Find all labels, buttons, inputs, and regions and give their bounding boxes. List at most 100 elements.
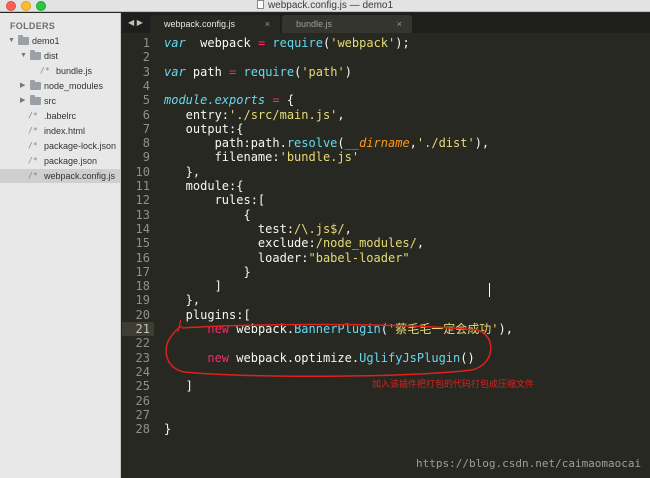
sidebar-item[interactable]: /* package.json <box>0 154 120 168</box>
code-token: }, <box>164 293 201 308</box>
code-token: /\.js$/ <box>294 221 345 236</box>
code-line[interactable]: filename:'bundle.js' <box>164 150 360 165</box>
file-icon: /* <box>28 156 38 165</box>
sidebar-item-label: index.html <box>44 126 86 136</box>
line-number: 13 <box>135 207 150 222</box>
code-line[interactable]: }, <box>164 165 200 179</box>
code-line[interactable]: module.exports = { <box>164 93 294 107</box>
code-token: var <box>164 64 186 79</box>
tab-bundle-js[interactable]: bundle.js × <box>282 15 412 33</box>
red-ellipse-annotation <box>165 320 492 378</box>
folder-icon <box>30 50 41 60</box>
file-icon: /* <box>28 171 38 180</box>
code-line[interactable]: test:/\.js$/, <box>164 222 352 236</box>
code-line[interactable]: } <box>164 422 171 436</box>
code-token: output:{ <box>164 121 244 136</box>
code-token: .exports <box>207 93 266 108</box>
sidebar-item[interactable]: ▶ src <box>0 94 120 108</box>
line-number: 4 <box>142 78 150 93</box>
folder-icon <box>30 80 41 90</box>
folder-icon <box>18 35 29 45</box>
line-number-gutter: 1 2 3 4 5 6 7 8 9 10 11 12 13 14 15 16 17 18 19 20 21 22 23 24 2… <box>122 33 154 478</box>
code-token: 'bundle.js' <box>279 150 360 165</box>
sidebar-item-label: node_modules <box>44 81 104 91</box>
code-line[interactable]: entry:'./src/main.js', <box>164 108 345 122</box>
file-icon: /* <box>40 66 50 75</box>
file-icon: /* <box>28 111 38 120</box>
code-token: exclude: <box>164 236 316 251</box>
line-number: 20 <box>135 307 150 322</box>
line-number: 26 <box>135 393 150 408</box>
code-token: path <box>185 64 230 79</box>
code-token: 'path' <box>301 64 345 79</box>
code-line[interactable]: ] <box>164 379 193 393</box>
line-number: 28 <box>135 422 150 437</box>
line-number: 6 <box>142 107 150 122</box>
line-number: 18 <box>135 279 150 294</box>
code-line[interactable]: var path = require('path') <box>164 65 352 79</box>
code-token: , <box>409 136 417 151</box>
code-token: require <box>272 36 323 50</box>
tab-label: bundle.js <box>296 19 333 29</box>
sidebar-item[interactable]: /* index.html <box>0 124 120 138</box>
code-token: entry: <box>164 107 230 122</box>
code-token: ( <box>337 136 345 151</box>
code-line[interactable]: ] <box>164 279 222 293</box>
line-number: 19 <box>135 293 150 308</box>
code-token: 'webpack' <box>330 36 396 50</box>
line-number: 3 <box>142 64 150 79</box>
close-tab-icon[interactable]: × <box>397 15 402 33</box>
line-number: 14 <box>135 221 150 236</box>
watermark: https://blog.csdn.net/caimaomaocai <box>416 457 642 470</box>
sidebar-item[interactable]: ▼ demo1 <box>0 34 120 48</box>
sidebar-item[interactable]: /* package-lock.json <box>0 139 120 153</box>
code-token: ] <box>164 379 193 394</box>
code-line[interactable]: var webpack = require('webpack'); <box>164 36 410 50</box>
line-number: 10 <box>135 164 150 179</box>
code-token: './src/main.js' <box>229 107 338 122</box>
line-number: 5 <box>142 93 150 108</box>
text-caret <box>489 283 490 297</box>
code-line[interactable]: exclude:/node_modules/, <box>164 236 424 250</box>
code-editor[interactable]: var webpack = require('webpack'); var pat… <box>154 33 650 478</box>
code-token: path:path. <box>164 136 287 151</box>
chevron-down-icon[interactable]: ▼ <box>20 49 27 63</box>
code-token: module <box>164 93 208 108</box>
code-token: ) <box>344 64 352 79</box>
sidebar-item-label: package.json <box>44 156 98 166</box>
annotation-text: 加入该插件把打包的代码打包成压缩文件 <box>372 380 535 390</box>
folders-heading: FOLDERS <box>10 21 56 31</box>
close-tab-icon[interactable]: × <box>265 15 270 33</box>
code-token: /node_modules/ <box>315 236 417 251</box>
line-number: 21 <box>135 322 150 336</box>
code-token: __dirname <box>344 136 410 151</box>
sidebar-item[interactable]: /* bundle.js <box>0 64 120 78</box>
sidebar-item[interactable]: ▼ dist <box>0 49 120 63</box>
tab-nav-arrows-icon[interactable]: ◀ ▶ <box>128 13 143 33</box>
code-line[interactable]: } <box>164 265 250 279</box>
line-number: 27 <box>135 407 150 422</box>
code-line[interactable]: }, <box>164 293 200 307</box>
line-number: 16 <box>135 250 150 265</box>
code-token: webpack <box>185 36 258 50</box>
code-line[interactable]: path:path.resolve(__dirname,'./dist'), <box>164 136 490 151</box>
chevron-right-icon[interactable]: ▶ <box>20 94 25 108</box>
tab-bar: ◀ ▶ webpack.config.js × bundle.js × <box>122 13 650 33</box>
sidebar-item[interactable]: ▶ node_modules <box>0 79 120 93</box>
code-line[interactable]: loader:"babel-loader" <box>164 251 410 265</box>
code-token: rules:[ <box>164 193 266 208</box>
code-token: { <box>164 207 251 222</box>
code-line[interactable]: rules:[ <box>164 193 266 208</box>
code-line[interactable]: module:{ <box>164 179 244 193</box>
line-number: 11 <box>135 179 150 193</box>
code-line[interactable]: { <box>164 207 251 222</box>
chevron-down-icon[interactable]: ▼ <box>8 34 15 48</box>
line-number: 8 <box>142 136 150 151</box>
sidebar-item[interactable]: /* webpack.config.js <box>0 169 120 183</box>
line-number: 23 <box>135 350 150 365</box>
code-line[interactable]: output:{ <box>164 121 244 136</box>
chevron-right-icon[interactable]: ▶ <box>20 79 25 93</box>
tab-webpack-config[interactable]: webpack.config.js × <box>150 15 280 33</box>
sidebar-item[interactable]: /* .babelrc <box>0 109 120 123</box>
